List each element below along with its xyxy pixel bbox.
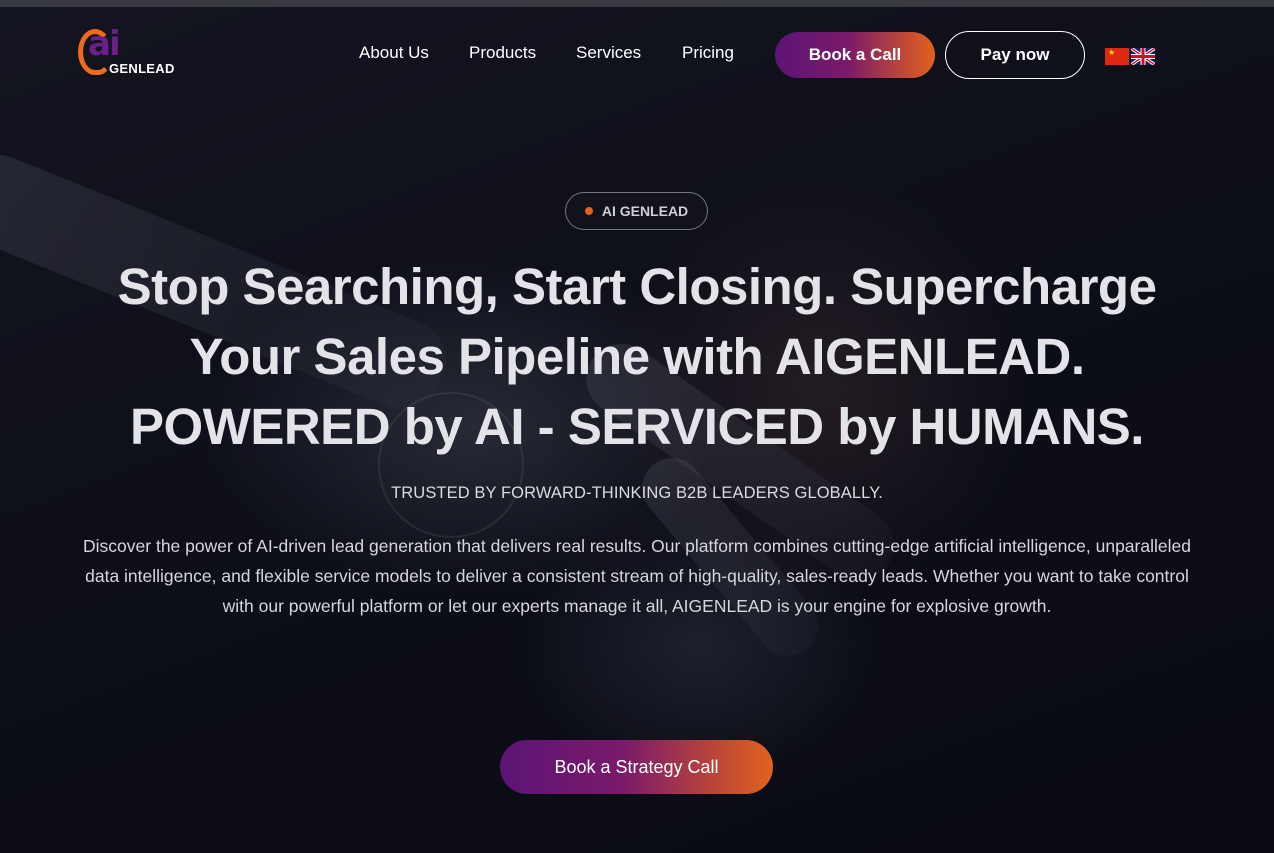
pay-now-button[interactable]: Pay now	[945, 31, 1085, 79]
book-strategy-call-button[interactable]: Book a Strategy Call	[500, 740, 773, 794]
logo-name: GENLEAD	[109, 61, 175, 76]
badge-label: AI GENLEAD	[601, 203, 689, 219]
star-icon: ★	[1108, 48, 1116, 57]
headline-line-2: Your Sales Pipeline with AIGENLEAD.	[189, 328, 1086, 385]
trusted-tagline: TRUSTED BY FORWARD-THINKING B2B LEADERS …	[391, 484, 883, 502]
union-jack-icon	[1131, 48, 1155, 65]
headline-line-3: POWERED by AI - SERVICED by HUMANS.	[130, 398, 1144, 455]
badge-dot-icon	[584, 207, 593, 215]
browser-top-bar	[0, 0, 1274, 7]
logo-mark: ai	[88, 24, 121, 64]
nav-services[interactable]: Services	[576, 43, 641, 63]
flag-china-icon[interactable]: ★	[1105, 48, 1129, 65]
nav-pricing[interactable]: Pricing	[682, 43, 734, 63]
nav-products[interactable]: Products	[469, 43, 536, 63]
nav-about-us[interactable]: About Us	[359, 43, 429, 63]
brand-logo[interactable]: ai GENLEAD	[78, 27, 188, 83]
hero-badge: AI GENLEAD	[565, 192, 708, 230]
book-call-button[interactable]: Book a Call	[775, 32, 935, 78]
hero-headline: Stop Searching, Start Closing. Superchar…	[60, 252, 1214, 462]
headline-line-1: Stop Searching, Start Closing. Superchar…	[117, 258, 1157, 315]
hero-description: Discover the power of AI-driven lead gen…	[83, 536, 1191, 616]
site-header: ai GENLEAD About Us Products Services Pr…	[0, 7, 1274, 103]
flag-uk-icon[interactable]	[1131, 48, 1155, 65]
